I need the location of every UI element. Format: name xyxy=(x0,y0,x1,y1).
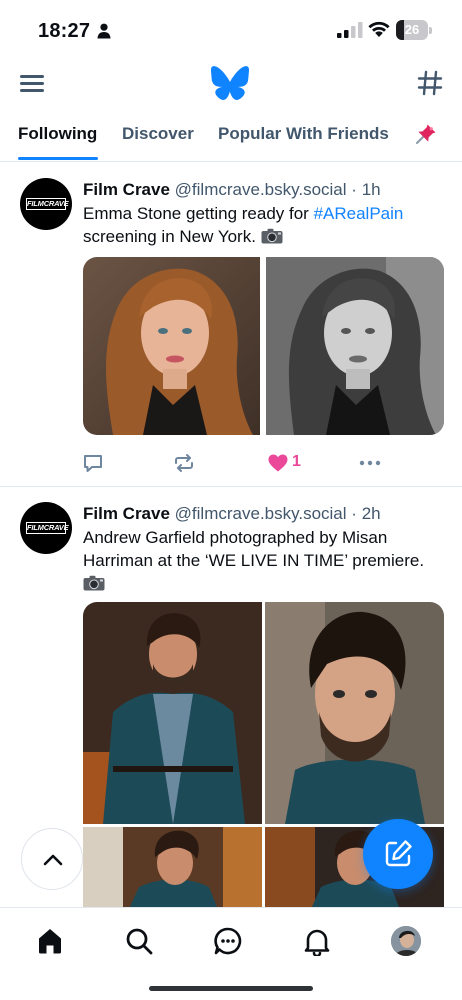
bell-icon[interactable] xyxy=(302,926,332,956)
author-handle[interactable]: @filmcrave.bsky.social xyxy=(175,504,347,523)
image-gallery xyxy=(83,257,444,435)
status-bar: 18:27 26 xyxy=(0,0,462,60)
scroll-to-top-button[interactable] xyxy=(21,828,83,890)
butterfly-logo-icon[interactable] xyxy=(211,66,249,100)
pin-icon[interactable] xyxy=(414,122,438,146)
compose-post-button[interactable] xyxy=(363,819,433,889)
tab-following[interactable]: Following xyxy=(18,124,97,144)
post-time[interactable]: 1h xyxy=(362,180,381,199)
author-handle[interactable]: @filmcrave.bsky.social xyxy=(175,180,347,199)
avatar[interactable]: FILMCRAVE xyxy=(20,178,72,230)
camera-icon xyxy=(83,575,105,591)
post-text: Emma Stone getting ready for #ARealPain … xyxy=(83,202,448,248)
wifi-icon xyxy=(368,21,390,37)
author-name[interactable]: Film Crave xyxy=(83,504,170,523)
repost-icon[interactable] xyxy=(173,451,195,475)
post-image[interactable] xyxy=(83,257,260,435)
search-icon[interactable] xyxy=(124,926,154,956)
like-count: 1 xyxy=(292,453,301,470)
feed-tabs: Following Discover Popular With Friends xyxy=(0,112,462,162)
hamburger-menu-icon[interactable] xyxy=(20,72,46,94)
more-options-icon[interactable] xyxy=(359,451,381,475)
person-icon xyxy=(97,23,111,39)
avatar-logo-text: FILMCRAVE xyxy=(26,522,69,534)
pencil-edit-icon xyxy=(385,840,412,867)
post-image[interactable] xyxy=(265,602,444,824)
post-actions: 1 xyxy=(83,451,444,475)
post-time[interactable]: 2h xyxy=(362,504,381,523)
cellular-signal-icon xyxy=(337,22,363,38)
profile-avatar[interactable] xyxy=(391,926,421,956)
feed-post[interactable]: FILMCRAVE Film Crave @filmcrave.bsky.soc… xyxy=(0,163,462,486)
separator-dot: · xyxy=(351,180,357,199)
home-indicator xyxy=(149,986,313,991)
post-text: Andrew Garfield photographed by Misan Ha… xyxy=(83,526,448,595)
chevron-up-icon xyxy=(43,854,63,866)
status-time: 18:27 xyxy=(38,20,91,42)
active-tab-indicator xyxy=(18,157,98,160)
tab-popular-with-friends[interactable]: Popular With Friends xyxy=(218,124,389,144)
post-header: Film Crave @filmcrave.bsky.social · 2h xyxy=(83,504,381,524)
chat-icon[interactable] xyxy=(213,926,243,956)
post-image[interactable] xyxy=(266,257,444,435)
post-text-part: Emma Stone getting ready for xyxy=(83,204,314,223)
camera-icon xyxy=(261,228,283,244)
hashtag-icon[interactable] xyxy=(417,70,443,96)
post-text-part: screening in New York. xyxy=(83,227,256,246)
separator-dot: · xyxy=(351,504,357,523)
bottom-navigation xyxy=(0,907,462,1000)
hashtag-link[interactable]: #ARealPain xyxy=(314,204,404,223)
post-image[interactable] xyxy=(83,827,262,907)
author-name[interactable]: Film Crave xyxy=(83,180,170,199)
post-image[interactable] xyxy=(83,602,262,824)
post-text-part: Andrew Garfield photographed by Misan Ha… xyxy=(83,528,425,570)
heart-icon[interactable] xyxy=(267,451,289,475)
home-icon[interactable] xyxy=(35,926,65,956)
reply-icon[interactable] xyxy=(83,451,103,475)
battery-percent: 26 xyxy=(404,22,420,37)
post-header: Film Crave @filmcrave.bsky.social · 1h xyxy=(83,180,381,200)
avatar[interactable]: FILMCRAVE xyxy=(20,502,72,554)
avatar-logo-text: FILMCRAVE xyxy=(26,198,69,210)
tab-discover[interactable]: Discover xyxy=(122,124,194,144)
app-header xyxy=(0,60,462,110)
battery-indicator: 26 xyxy=(396,20,432,40)
